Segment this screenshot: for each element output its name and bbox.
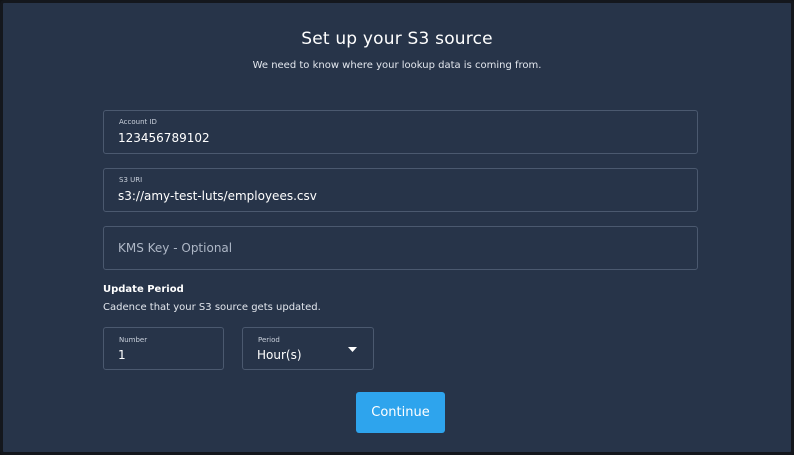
update-period-title: Update Period [103, 284, 184, 295]
s3-source-setup-dialog: Set up your S3 source We need to know wh… [0, 0, 794, 455]
number-label: Number [119, 336, 148, 344]
s3-uri-field[interactable]: S3 URI [103, 168, 698, 212]
account-id-input[interactable] [118, 131, 678, 145]
period-label: Period [258, 336, 280, 344]
account-id-label: Account ID [119, 118, 157, 126]
kms-key-field[interactable] [103, 226, 698, 270]
account-id-field[interactable]: Account ID [103, 110, 698, 154]
continue-button[interactable]: Continue [356, 392, 445, 433]
dialog-title: Set up your S3 source [301, 29, 493, 49]
s3-uri-label: S3 URI [119, 176, 143, 184]
number-stepper[interactable]: Number [103, 327, 317, 370]
caret-down-icon [348, 347, 357, 352]
dialog-subtitle: We need to know where your lookup data i… [252, 60, 542, 71]
update-period-description: Cadence that your S3 source gets updated… [103, 302, 321, 313]
number-input[interactable] [118, 348, 188, 362]
kms-key-input[interactable] [118, 241, 678, 255]
period-value: Hour(s) [257, 348, 302, 362]
period-select[interactable]: Period Hour(s) [242, 327, 374, 370]
s3-uri-input[interactable] [118, 189, 678, 203]
